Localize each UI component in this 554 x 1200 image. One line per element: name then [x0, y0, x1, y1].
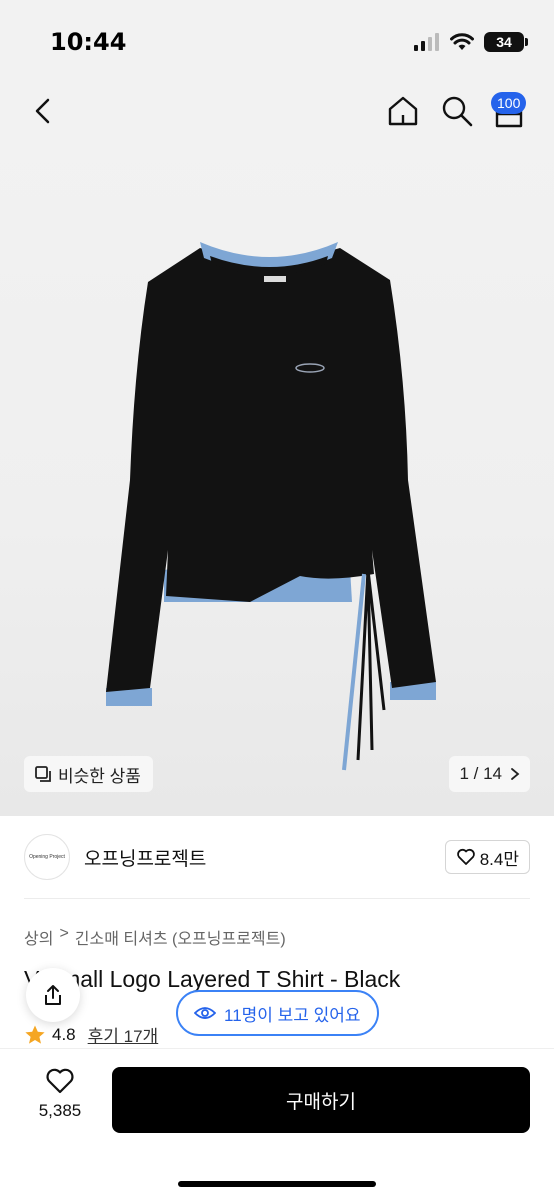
brand-like-button[interactable]: 8.4만: [444, 840, 530, 874]
breadcrumb-item[interactable]: 상의: [24, 925, 53, 949]
similar-products-label: 비슷한 상품: [58, 766, 141, 786]
eye-icon: [194, 1007, 216, 1019]
wishlist-button[interactable]: 5,385: [28, 1067, 92, 1121]
status-time: 10:44: [50, 28, 127, 56]
heart-icon: [456, 848, 475, 865]
home-indicator: [178, 1181, 376, 1187]
brand-row[interactable]: Opening Project 오프닝프로젝트 8.4만: [24, 832, 530, 882]
top-nav: [0, 88, 554, 138]
product-title: V Small Logo Layered T Shirt - Black: [24, 966, 401, 992]
share-icon: [45, 985, 61, 1005]
back-icon[interactable]: [28, 96, 58, 126]
wifi-icon: [450, 33, 474, 50]
image-counter[interactable]: 1 / 14: [449, 756, 530, 792]
viewers-text: 11명이 보고 있어요: [224, 1005, 361, 1025]
battery-indicator: 34: [484, 32, 528, 52]
breadcrumb-separator: >: [59, 925, 69, 942]
product-image[interactable]: [100, 230, 440, 780]
status-bar: 10:44 34: [0, 0, 554, 88]
breadcrumb: 상의 > 긴소매 티셔츠 (오프닝프로젝트): [24, 925, 286, 949]
brand-logo[interactable]: Opening Project: [24, 834, 70, 880]
status-icons: 34: [414, 32, 528, 52]
wishlist-count: 5,385: [38, 1101, 82, 1120]
review-count-link[interactable]: 후기 17개: [88, 1022, 159, 1047]
bottom-bar: 5,385 구매하기: [0, 1048, 554, 1200]
chevron-right-icon: [511, 768, 520, 780]
brand-like-count: 8.4만: [479, 849, 519, 869]
breadcrumb-item[interactable]: 긴소매 티셔츠 (오프닝프로젝트): [75, 925, 286, 949]
rating-row: 4.8 후기 17개: [24, 1022, 158, 1047]
cart-count-badge: 100: [491, 92, 527, 114]
similar-icon: [35, 766, 51, 782]
brand-name[interactable]: 오프닝프로젝트: [84, 844, 206, 871]
rating-score: 4.8: [52, 1024, 76, 1044]
similar-products-button[interactable]: 비슷한 상품: [24, 756, 153, 792]
share-button[interactable]: [26, 968, 80, 1022]
divider: [24, 898, 530, 899]
heart-icon: [46, 1068, 74, 1094]
viewers-pill: 11명이 보고 있어요: [176, 990, 379, 1036]
search-icon[interactable]: [440, 94, 474, 128]
buy-button[interactable]: 구매하기: [112, 1067, 530, 1133]
image-counter-text: 1 / 14: [459, 764, 502, 783]
home-icon[interactable]: [386, 94, 420, 128]
star-icon: [25, 1025, 45, 1044]
signal-icon: [414, 33, 439, 51]
